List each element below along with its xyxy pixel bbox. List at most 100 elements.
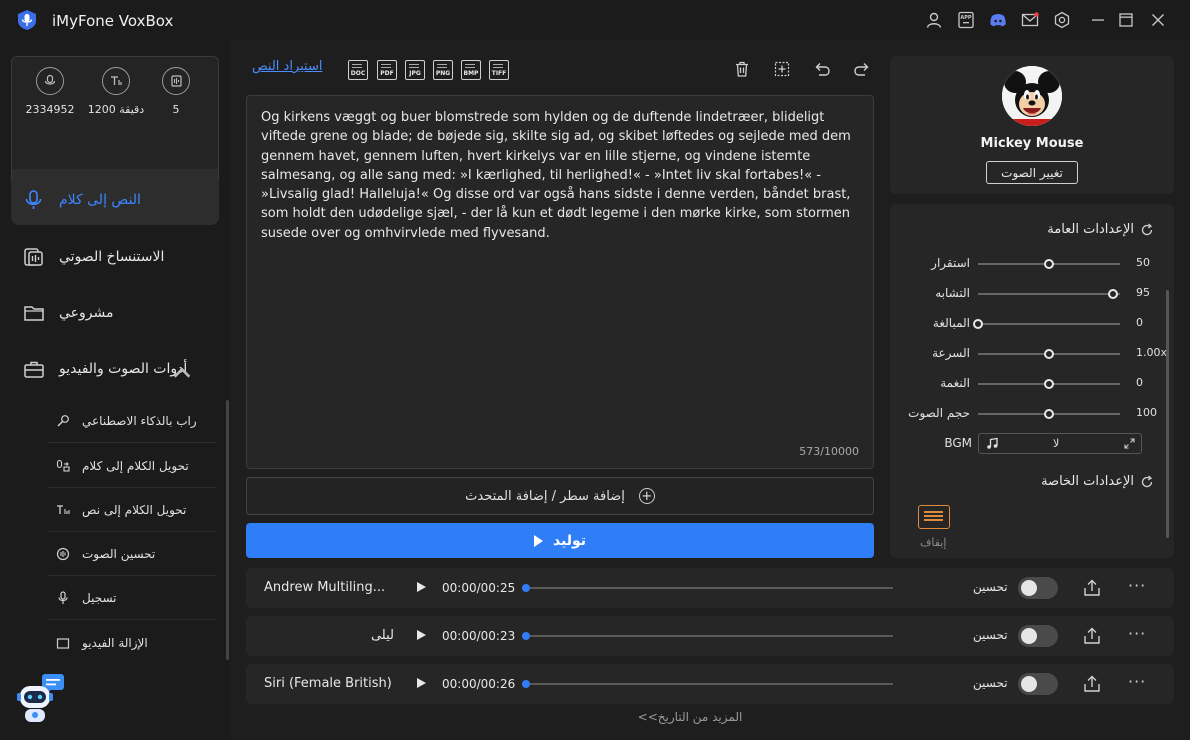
sub-item-video-removal[interactable]: الإزالة الفيديو <box>48 620 216 650</box>
slider-exaggeration-value: 0 <box>1136 316 1143 329</box>
sidebar: 2334952 1200 دقيقة 5 لديك قسيمة (قسائم) … <box>0 40 230 740</box>
generate-button[interactable]: توليد <box>246 523 874 558</box>
history-play-icon[interactable] <box>417 678 426 688</box>
slider-speed-thumb[interactable] <box>1044 349 1054 359</box>
history-play-icon[interactable] <box>417 630 426 640</box>
bgm-selector[interactable]: لا <box>978 433 1142 454</box>
more-options-icon[interactable]: ··· <box>1128 672 1146 691</box>
settings-panel: الإعدادات العامة استقرار 50 التشابه 95 ا… <box>890 204 1174 558</box>
video-icon <box>56 638 70 649</box>
import-jpg-icon[interactable]: JPG <box>405 60 425 80</box>
minimize-icon[interactable] <box>1088 10 1108 30</box>
import-pdf-icon[interactable]: PDF <box>377 60 397 80</box>
nav-my-projects[interactable]: مشروعي <box>11 288 219 338</box>
discord-icon[interactable] <box>988 10 1008 30</box>
folder-icon <box>24 306 44 321</box>
slider-pitch[interactable]: النغمة 0 <box>890 374 1174 394</box>
reset-special-icon[interactable] <box>1140 475 1154 489</box>
general-settings-title: الإعدادات العامة <box>1047 222 1134 237</box>
history-progress-knob[interactable] <box>522 680 530 688</box>
record-microphone-icon <box>58 590 68 604</box>
editor-text-content[interactable]: Og kirkens væggt og buer blomstrede som … <box>261 108 861 243</box>
sub-item-speech-to-speech[interactable]: تحويل الكلام إلى كلام <box>48 444 216 488</box>
history-enhance-toggle[interactable] <box>1018 625 1058 647</box>
sub-item-speech-to-text[interactable]: تحويل الكلام إلى نص <box>48 488 216 532</box>
slider-stability-value: 50 <box>1136 256 1150 269</box>
insert-pause-icon[interactable] <box>771 58 793 80</box>
import-text-link[interactable]: استيراد النص <box>252 59 322 74</box>
text-editor[interactable]: Og kirkens væggt og buer blomstrede som … <box>246 95 874 469</box>
slider-stability-label: استقرار <box>931 256 970 270</box>
redo-icon[interactable] <box>851 58 873 80</box>
voice-avatar[interactable] <box>1002 66 1062 126</box>
history-voice-name: ليلى <box>370 628 394 643</box>
nav-my-projects-label: مشروعي <box>59 305 114 321</box>
change-voice-button[interactable]: تغيير الصوت <box>986 161 1078 184</box>
more-options-icon[interactable]: ··· <box>1128 576 1146 595</box>
slider-stability[interactable]: استقرار 50 <box>890 254 1174 274</box>
sub-item-ai-rap[interactable]: راب بالذكاء الاصطناعي <box>48 399 216 443</box>
mail-icon[interactable] <box>1020 10 1040 30</box>
settings-scrollbar[interactable] <box>1166 290 1169 538</box>
app-logo-icon <box>18 10 36 30</box>
nav-text-to-speech[interactable]: النص إلى كلام <box>11 175 219 225</box>
settings-icon[interactable] <box>1052 10 1072 30</box>
sub-item-record-label: تسجيل <box>82 590 117 605</box>
history-progress-track[interactable] <box>525 683 893 685</box>
slider-exaggeration-label: المبالغة <box>932 316 970 330</box>
history-enhance-toggle[interactable] <box>1018 577 1058 599</box>
slider-exaggeration[interactable]: المبالغة 0 <box>890 314 1174 334</box>
history-progress-track[interactable] <box>525 587 893 589</box>
expand-icon[interactable] <box>1124 438 1135 449</box>
bgm-label: BGM <box>944 436 972 450</box>
more-options-icon[interactable]: ··· <box>1128 624 1146 643</box>
history-time: 00:00/00:25 <box>442 581 516 595</box>
slider-similarity-track[interactable] <box>978 293 1120 295</box>
history-enhance-label: تحسين <box>973 628 1008 642</box>
slider-exaggeration-thumb[interactable] <box>973 319 983 329</box>
share-icon[interactable] <box>1082 674 1102 694</box>
reset-general-icon[interactable] <box>1140 223 1154 237</box>
nav-voice-cloning[interactable]: الاستنساخ الصوتي <box>11 232 219 282</box>
history-time: 00:00/00:23 <box>442 629 516 643</box>
sub-item-record[interactable]: تسجيل <box>48 576 216 620</box>
history-play-icon[interactable] <box>417 582 426 592</box>
share-icon[interactable] <box>1082 626 1102 646</box>
nav-audio-video-tools[interactable]: أدوات الصوت والفيديو <box>11 344 219 394</box>
slider-volume-thumb[interactable] <box>1044 409 1054 419</box>
character-count: 573/10000 <box>799 445 859 458</box>
undo-icon[interactable] <box>811 58 833 80</box>
slider-similarity[interactable]: التشابه 95 <box>890 284 1174 304</box>
slider-pitch-thumb[interactable] <box>1044 379 1054 389</box>
sub-item-voice-enhance[interactable]: تحسين الصوت <box>48 532 216 576</box>
history-voice-name: Siri (Female British) <box>264 676 392 691</box>
history-progress-track[interactable] <box>525 635 893 637</box>
close-icon[interactable] <box>1148 10 1168 30</box>
slider-speed[interactable]: السرعة 1.00x <box>890 344 1174 364</box>
add-line-button[interactable]: إضافة سطر / إضافة المتحدث + <box>246 477 874 515</box>
import-tiff-icon[interactable]: TIFF <box>489 60 509 80</box>
app-icon[interactable]: APP <box>956 10 976 30</box>
history-enhance-toggle[interactable] <box>1018 673 1058 695</box>
import-doc-icon[interactable]: DOC <box>348 60 368 80</box>
maximize-icon[interactable] <box>1116 10 1136 30</box>
share-icon[interactable] <box>1082 578 1102 598</box>
general-settings-header: الإعدادات العامة <box>1047 222 1154 237</box>
pause-icon[interactable] <box>918 505 950 529</box>
more-history-link[interactable]: <<المزيد من التاريخ <box>0 710 1190 724</box>
sidebar-scrollbar[interactable] <box>226 400 229 660</box>
history-progress-knob[interactable] <box>522 632 530 640</box>
history-progress-knob[interactable] <box>522 584 530 592</box>
slider-exaggeration-track[interactable] <box>978 323 1120 325</box>
slider-volume[interactable]: حجم الصوت 100 <box>890 404 1174 424</box>
special-settings-header: الإعدادات الخاصة <box>1041 474 1154 489</box>
user-icon[interactable] <box>924 10 944 30</box>
slider-similarity-thumb[interactable] <box>1107 289 1118 299</box>
slider-stability-thumb[interactable] <box>1044 259 1054 269</box>
chevron-up-icon[interactable] <box>171 362 207 387</box>
import-bmp-icon[interactable]: BMP <box>461 60 481 80</box>
delete-icon[interactable] <box>731 58 753 80</box>
import-png-icon[interactable]: PNG <box>433 60 453 80</box>
play-icon <box>533 534 543 547</box>
sub-item-ai-rap-label: راب بالذكاء الاصطناعي <box>82 413 197 428</box>
